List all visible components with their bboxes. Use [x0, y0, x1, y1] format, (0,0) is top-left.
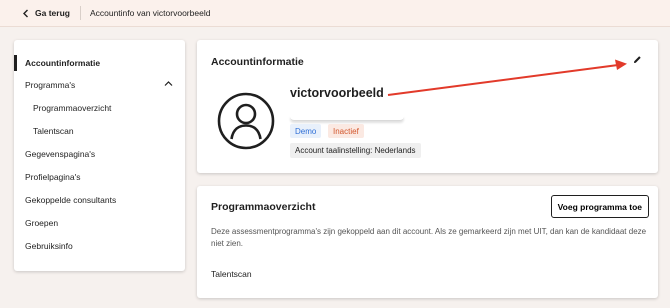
sidebar-item-programmaoverzicht[interactable]: Programmaoverzicht — [14, 98, 185, 118]
sidebar-item-label: Talentscan — [33, 126, 74, 136]
avatar-icon — [217, 92, 275, 150]
top-bar: Ga terug Accountinfo van victorvoorbeeld — [0, 0, 670, 27]
program-item-talentscan[interactable]: Talentscan — [211, 269, 252, 279]
sidebar: Accountinformatie Programma's Programmao… — [14, 40, 185, 271]
add-program-button[interactable]: Voeg programma toe — [550, 195, 649, 218]
program-card-title: Programmaoverzicht — [211, 201, 316, 213]
sidebar-item-programmas[interactable]: Programma's — [14, 75, 185, 95]
sidebar-item-label: Groepen — [25, 218, 59, 228]
account-info-card: Accountinformatie victorvoorbeeld Demo I… — [197, 40, 658, 173]
sidebar-item-label: Gegevenspagina's — [25, 149, 96, 159]
program-description: Deze assessmentprogramma's zijn gekoppel… — [211, 227, 647, 248]
sidebar-item-label: Programmaoverzicht — [33, 103, 112, 113]
chevron-up-icon — [164, 81, 173, 86]
sidebar-item-groepen[interactable]: Groepen — [14, 213, 185, 233]
sidebar-item-talentscan[interactable]: Talentscan — [14, 121, 185, 141]
chevron-left-icon — [23, 9, 28, 17]
program-overview-card: Programmaoverzicht Voeg programma toe De… — [197, 186, 658, 298]
inactief-badge: Inactief — [328, 124, 364, 138]
sidebar-item-gebruiksinfo[interactable]: Gebruiksinfo — [14, 236, 185, 256]
sidebar-item-label: Gekoppelde consultants — [25, 195, 117, 205]
pencil-icon[interactable] — [633, 55, 642, 64]
sidebar-item-accountinformatie[interactable]: Accountinformatie — [14, 53, 185, 73]
language-setting: Account taalinstelling: Nederlands — [290, 143, 421, 158]
sidebar-item-label: Programma's — [25, 80, 76, 90]
demo-badge: Demo — [290, 124, 322, 138]
account-username: victorvoorbeeld — [290, 86, 384, 100]
account-card-title: Accountinformatie — [211, 56, 304, 68]
active-indicator — [14, 55, 17, 71]
username-divider — [290, 116, 404, 121]
sidebar-item-label: Profielpagina's — [25, 172, 81, 182]
topbar-divider — [79, 6, 81, 20]
sidebar-item-profielpaginas[interactable]: Profielpagina's — [14, 167, 185, 187]
back-label: Ga terug — [35, 8, 70, 18]
sidebar-item-gegevenspaginas[interactable]: Gegevenspagina's — [14, 144, 185, 164]
sidebar-item-label: Gebruiksinfo — [25, 241, 73, 251]
sidebar-item-label: Accountinformatie — [25, 58, 101, 68]
sidebar-item-gekoppelde-consultants[interactable]: Gekoppelde consultants — [14, 190, 185, 210]
back-button[interactable]: Ga terug — [22, 8, 70, 18]
page-title: Accountinfo van victorvoorbeeld — [89, 8, 211, 18]
